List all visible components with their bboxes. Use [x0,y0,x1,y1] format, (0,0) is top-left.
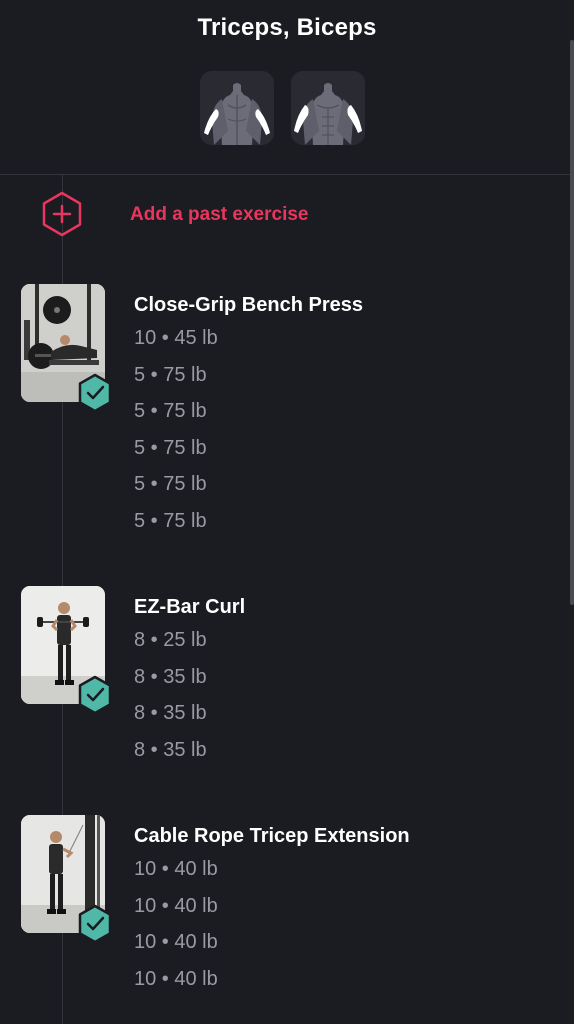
workout-header: Triceps, Biceps [0,0,574,175]
add-past-exercise-button[interactable]: Add a past exercise [0,190,574,242]
muscle-map-back [200,71,274,145]
set-entry: 5 • 75 lb [134,363,207,386]
set-entry: 8 • 35 lb [134,665,207,688]
completed-check-icon [78,675,112,715]
set-list: 8 • 25 lb 8 • 35 lb 8 • 35 lb 8 • 35 lb [134,626,207,772]
set-entry: 10 • 40 lb [134,967,218,990]
set-entry: 10 • 40 lb [134,858,218,880]
set-entry: 5 • 75 lb [134,509,207,532]
exercise-name: Close-Grip Bench Press [134,294,363,316]
page-title: Triceps, Biceps [197,14,377,41]
set-entry: 5 • 75 lb [134,473,207,496]
scrollbar[interactable] [570,40,574,605]
set-entry: 10 • 45 lb [134,327,218,349]
set-entry: 10 • 40 lb [134,931,218,954]
front-body-icon [294,83,362,145]
completed-check-icon [78,373,112,413]
set-list: 10 • 40 lb 10 • 40 lb 10 • 40 lb 10 • 40… [134,855,218,1001]
exercise-name: Cable Rope Tricep Extension [134,825,410,847]
header-divider [0,174,574,175]
set-list: 10 • 45 lb 5 • 75 lb 5 • 75 lb 5 • 75 lb… [134,324,218,544]
set-entry: 5 • 75 lb [134,400,207,423]
exercise-name: EZ-Bar Curl [134,596,246,618]
add-past-exercise-label: Add a past exercise [130,204,309,225]
muscle-map-front [291,71,365,145]
set-entry: 5 • 75 lb [134,436,207,459]
scrollbar-thumb[interactable] [570,40,574,605]
set-entry: 10 • 40 lb [134,894,218,917]
set-entry: 8 • 35 lb [134,702,207,725]
completed-check-icon [78,904,112,944]
set-entry: 8 • 25 lb [134,629,207,651]
set-entry: 8 • 35 lb [134,738,207,761]
workout-screen: Triceps, Biceps Add a past exercise Clos… [0,0,574,1024]
back-body-icon [204,83,270,145]
add-hexagon-icon [42,191,82,237]
